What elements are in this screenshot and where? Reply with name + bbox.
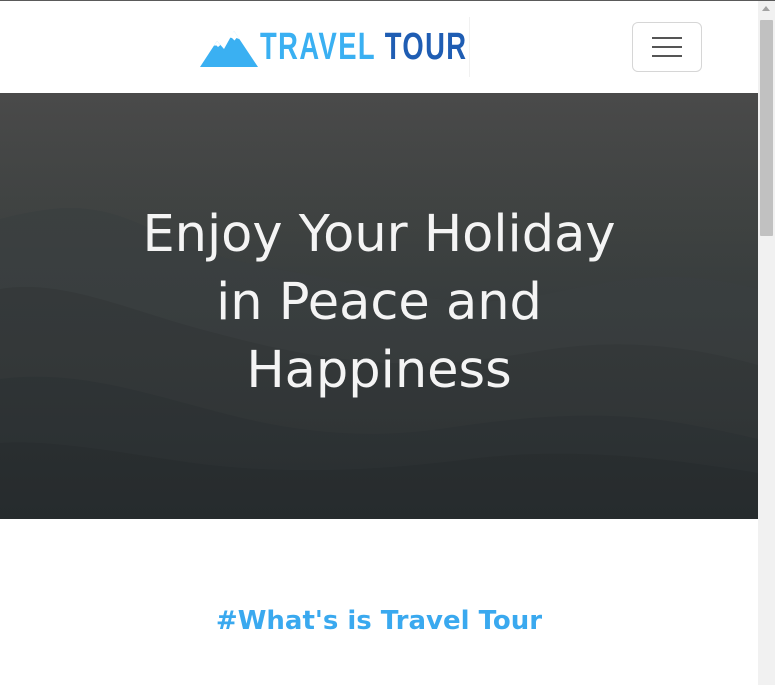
hamburger-menu-icon	[652, 37, 682, 57]
scrollbar-thumb[interactable]	[760, 20, 773, 236]
brand-word-travel: TRAVEL	[260, 26, 377, 68]
hero-title-line: Happiness	[246, 341, 512, 400]
scroll-up-arrow-icon[interactable]	[762, 6, 770, 11]
hero-title-line: in Peace and	[216, 273, 542, 332]
about-section: #What's is Travel Tour	[0, 519, 758, 685]
hero-title-line: Enjoy Your Holiday	[142, 205, 616, 264]
navbar: TRAVEL TOUR	[0, 1, 758, 93]
about-section-heading: #What's is Travel Tour	[215, 606, 543, 636]
page-scrollbar[interactable]	[758, 1, 775, 685]
hero-banner: Enjoy Your Holiday in Peace and Happines…	[0, 93, 758, 519]
hero-title: Enjoy Your Holiday in Peace and Happines…	[0, 201, 758, 405]
navbar-divider	[469, 17, 470, 77]
navbar-toggler-button[interactable]	[632, 22, 702, 72]
brand-wordmark: TRAVEL TOUR	[260, 28, 467, 66]
browser-viewport: TRAVEL TOUR Enjoy Your Holiday in Peace …	[0, 0, 775, 685]
mountain-logo-icon	[200, 31, 258, 67]
brand-logo-link[interactable]: TRAVEL TOUR	[200, 23, 548, 71]
brand-word-tour: TOUR	[384, 26, 468, 68]
